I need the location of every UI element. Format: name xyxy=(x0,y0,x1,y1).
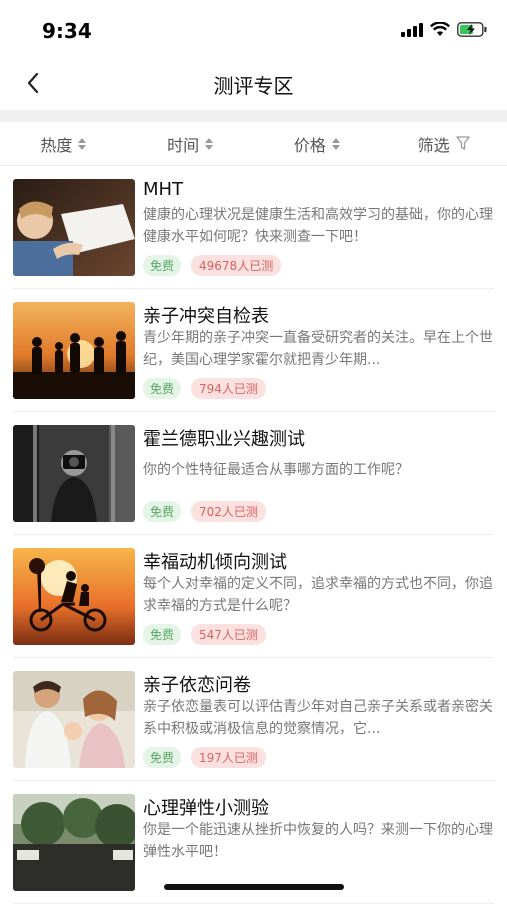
page-title: 测评专区 xyxy=(213,74,294,98)
test-count-badge: 547人已测 xyxy=(191,624,266,645)
item-description: 青少年期的亲子冲突一直备受研究者的关注。早在上个世纪，美国心理学家霍尔就把青少年… xyxy=(143,330,493,368)
item-title: 亲子冲突自检表 xyxy=(143,306,269,327)
sort-time[interactable]: 时间 xyxy=(127,122,254,165)
item-thumbnail xyxy=(13,302,135,399)
sort-popularity[interactable]: 热度 xyxy=(0,122,127,165)
item-description: 健康的心理状况是健康生活和高效学习的基础，你的心理健康水平如何呢？快来测查一下吧… xyxy=(143,207,493,245)
status-bar: 9:34 xyxy=(0,0,507,58)
status-icons xyxy=(401,22,487,37)
signal-icon xyxy=(401,22,423,37)
filter-button[interactable]: 筛选 xyxy=(380,122,507,165)
item-thumbnail xyxy=(13,794,135,891)
item-description: 每个人对幸福的定义不同，追求幸福的方式也不同，你追求幸福的方式是什么呢？ xyxy=(143,576,493,614)
item-tags: 免费 702人已测 xyxy=(143,501,266,522)
filter-bar: 热度 时间 价格 筛选 xyxy=(0,122,507,166)
free-badge: 免费 xyxy=(143,747,182,768)
sort-icon xyxy=(78,137,87,150)
item-title: 亲子依恋问卷 xyxy=(143,675,251,696)
battery-charging-icon xyxy=(457,22,487,37)
item-tags: 免费 197人已测 xyxy=(143,747,266,768)
test-count-badge: 49678人已测 xyxy=(191,255,282,276)
free-badge: 免费 xyxy=(143,378,182,399)
sort-icon xyxy=(331,137,340,150)
filter-icon xyxy=(455,136,470,150)
item-tags: 免费 547人已测 xyxy=(143,624,266,645)
item-title: 心理弹性小测验 xyxy=(143,798,269,819)
free-badge: 免费 xyxy=(143,255,182,276)
wifi-icon xyxy=(430,22,450,36)
status-time: 9:34 xyxy=(42,19,92,43)
list-item[interactable]: 幸福动机倾向测试 每个人对幸福的定义不同，追求幸福的方式也不同，你追求幸福的方式… xyxy=(0,535,507,658)
assessment-list: MHT 健康的心理状况是健康生活和高效学习的基础，你的心理健康水平如何呢？快来测… xyxy=(0,166,507,904)
item-description: 你是一个能迅速从挫折中恢复的人吗？来测一下你的心理弹性水平吧！ xyxy=(143,822,493,860)
list-item[interactable]: 亲子冲突自检表 青少年期的亲子冲突一直备受研究者的关注。早在上个世纪，美国心理学… xyxy=(0,289,507,412)
item-thumbnail xyxy=(13,425,135,522)
item-title: 幸福动机倾向测试 xyxy=(143,552,287,573)
sort-popularity-label: 热度 xyxy=(40,135,73,155)
nav-bar: 测评专区 xyxy=(0,58,507,108)
sort-icon xyxy=(205,137,214,150)
item-description: 亲子依恋量表可以评估青少年对自己亲子关系或者亲密关系中积极或消极信息的觉察情况，… xyxy=(143,699,493,737)
item-thumbnail xyxy=(13,671,135,768)
list-item[interactable]: MHT 健康的心理状况是健康生活和高效学习的基础，你的心理健康水平如何呢？快来测… xyxy=(0,166,507,289)
item-thumbnail xyxy=(13,548,135,645)
item-thumbnail xyxy=(13,179,135,276)
filter-label: 筛选 xyxy=(417,135,450,155)
item-tags: 免费 794人已测 xyxy=(143,378,266,399)
test-count-badge: 794人已测 xyxy=(191,378,266,399)
sort-price-label: 价格 xyxy=(293,135,326,155)
sort-time-label: 时间 xyxy=(167,135,200,155)
free-badge: 免费 xyxy=(143,624,182,645)
list-item[interactable]: 亲子依恋问卷 亲子依恋量表可以评估青少年对自己亲子关系或者亲密关系中积极或消极信… xyxy=(0,658,507,781)
test-count-badge: 702人已测 xyxy=(191,501,266,522)
item-title: 霍兰德职业兴趣测试 xyxy=(143,429,305,450)
free-badge: 免费 xyxy=(143,501,182,522)
section-divider xyxy=(0,110,507,122)
list-item[interactable]: 霍兰德职业兴趣测试 你的个性特征最适合从事哪方面的工作呢？ 免费 702人已测 xyxy=(0,412,507,535)
sort-price[interactable]: 价格 xyxy=(254,122,381,165)
item-tags: 免费 49678人已测 xyxy=(143,255,282,276)
test-count-badge: 197人已测 xyxy=(191,747,266,768)
item-title: MHT xyxy=(143,179,184,200)
home-indicator xyxy=(164,884,344,890)
item-description: 你的个性特征最适合从事哪方面的工作呢？ xyxy=(143,462,409,478)
